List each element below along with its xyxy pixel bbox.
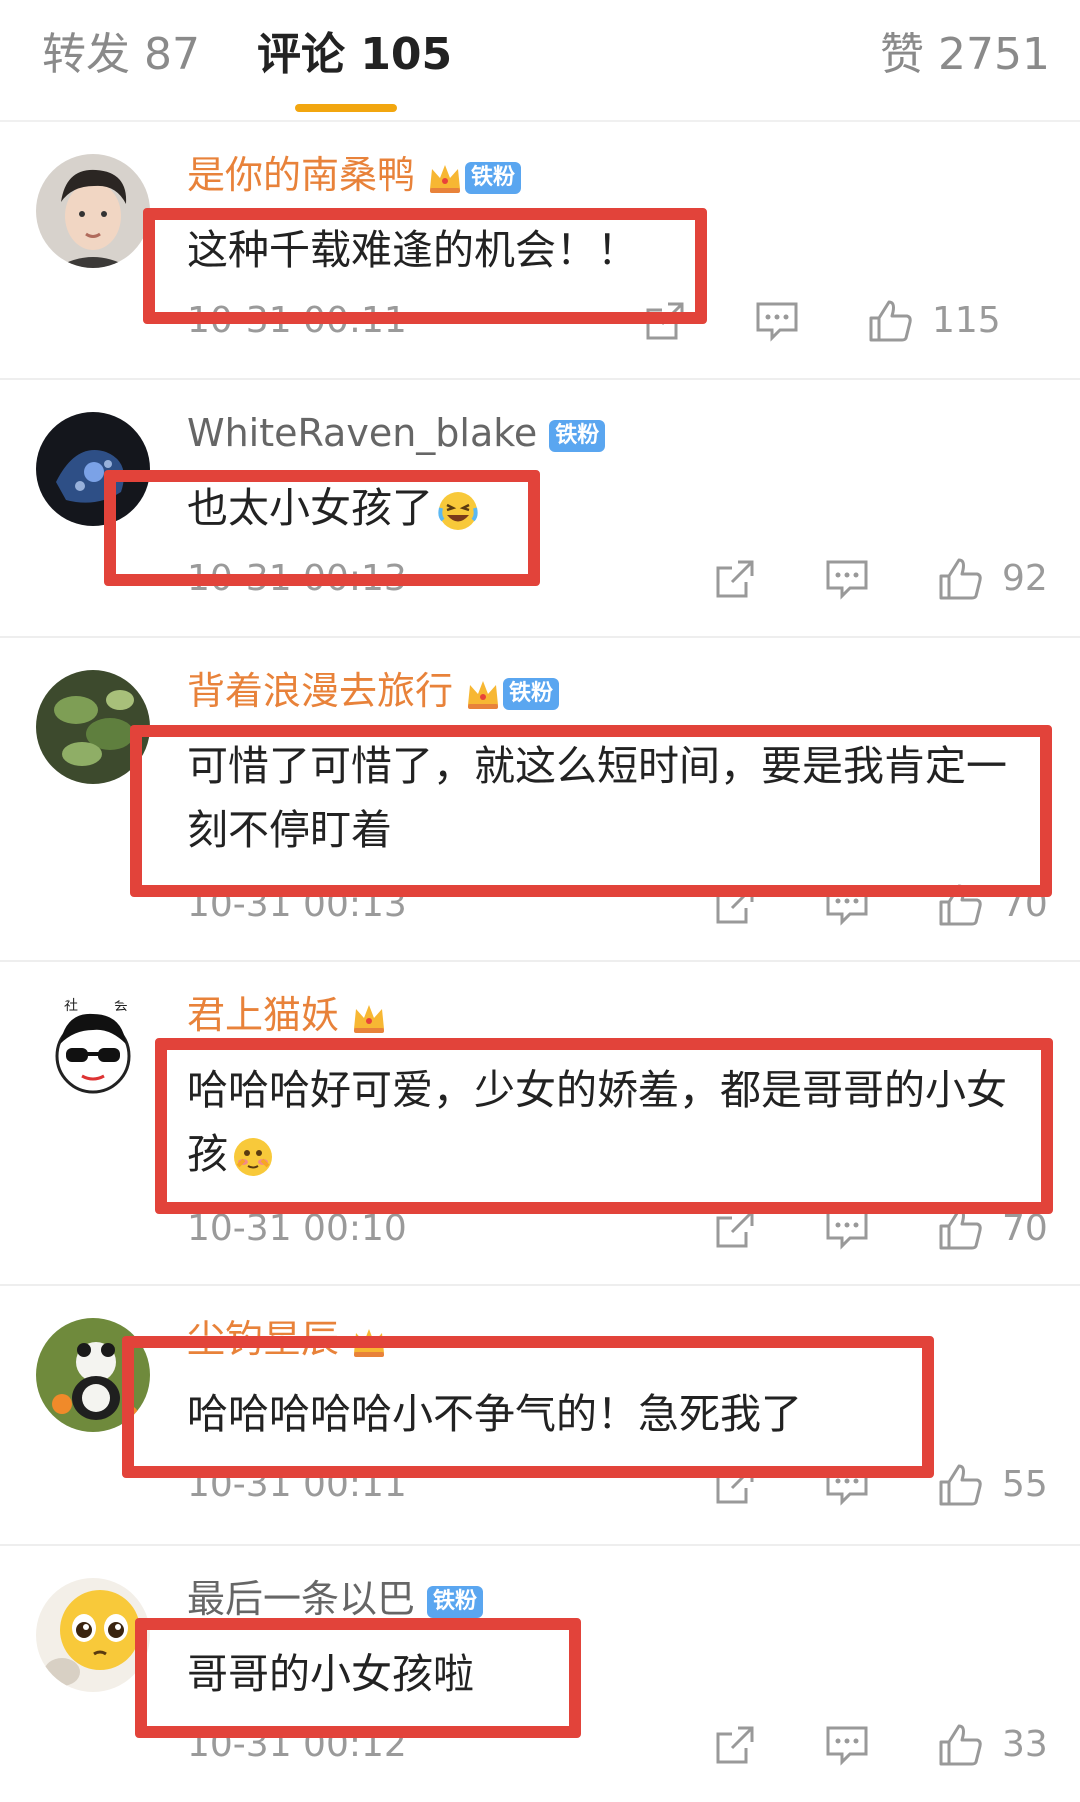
avatar[interactable]	[36, 1578, 150, 1692]
comment-bubble-icon[interactable]	[824, 882, 870, 928]
active-tab-indicator	[295, 104, 397, 112]
like-count: 70	[1002, 884, 1048, 925]
avatar-image-icon	[36, 412, 150, 526]
thumbs-up-icon[interactable]	[937, 1206, 985, 1252]
comment-actions: 33	[712, 1722, 1048, 1768]
comment-text: 哈哈哈好可爱，少女的娇羞，都是哥哥的小女孩	[187, 1058, 1047, 1186]
like-count: 70	[1002, 1208, 1048, 1249]
like-count: 33	[1002, 1724, 1048, 1765]
share-out-icon[interactable]	[712, 1206, 758, 1252]
comment-bubble-icon[interactable]	[824, 1206, 870, 1252]
comment-item: 社 会 君上猫妖 哈哈哈好可爱，少女的娇羞，都是哥哥的小女孩 10-31 00:…	[0, 962, 1080, 1286]
like-count: 55	[1002, 1464, 1048, 1505]
avatar-image-icon	[36, 154, 150, 268]
username-text[interactable]: 是你的南桑鸭	[187, 153, 415, 197]
avatar-image-icon: 社 会	[36, 994, 150, 1108]
svg-text:社: 社	[64, 998, 78, 1014]
avatar-image-icon	[36, 670, 150, 784]
comment-text-body: 哈哈哈好可爱，少女的娇羞，都是哥哥的小女孩	[187, 1058, 1047, 1186]
fan-badge: 铁粉	[503, 677, 560, 710]
avatar[interactable]	[36, 154, 150, 268]
avatar[interactable]	[36, 1318, 150, 1432]
comment-timestamp: 10-31 00:13	[187, 558, 407, 599]
share-out-icon[interactable]	[712, 1462, 758, 1508]
avatar[interactable]: 社 会	[36, 994, 150, 1108]
comment-text-body: 也太小女孩了	[187, 484, 433, 532]
comment-timestamp: 10-31 00:11	[187, 300, 407, 341]
comment-bubble-icon[interactable]	[824, 1722, 870, 1768]
like-count: 115	[932, 300, 1001, 341]
comment-actions: 70	[712, 1206, 1048, 1252]
comment-tab-bar: 转发 87 评论 105 赞 2751	[0, 0, 1080, 122]
vip-crown-icon	[468, 680, 499, 709]
fan-badge: 铁粉	[549, 419, 606, 452]
avatar-image-icon	[36, 1578, 150, 1692]
comment-text: 哥哥的小女孩啦	[187, 1650, 474, 1698]
vip-crown-icon	[354, 1004, 385, 1033]
comment-item: 最后一条以巴 铁粉 哥哥的小女孩啦 10-31 00:12 33	[0, 1546, 1080, 1802]
comment-text-body: 可惜了可惜了，就这么短时间，要是我肯定一刻不停盯着	[187, 742, 1007, 854]
comment-actions: 70	[712, 882, 1048, 928]
thumbs-up-icon[interactable]	[937, 882, 985, 928]
username[interactable]: WhiteRaven_blake 铁粉	[187, 408, 606, 458]
share-out-icon[interactable]	[642, 298, 688, 344]
comment-actions: 55	[712, 1462, 1048, 1508]
comment-item: 尘钓星辰 哈哈哈哈哈小不争气的！急死我了 10-31 00:11 55	[0, 1286, 1080, 1546]
laughing-tears-emoji	[438, 492, 478, 530]
comment-item: 是你的南桑鸭 铁粉 这种千载难逢的机会！！ 10-31 00:11 115	[0, 122, 1080, 380]
comment-item: WhiteRaven_blake 铁粉 也太小女孩了 10-31 00:13 92	[0, 380, 1080, 638]
comment-text: 也太小女孩了	[187, 476, 1047, 540]
avatar-image-icon	[36, 1318, 150, 1432]
share-out-icon[interactable]	[712, 1722, 758, 1768]
comment-actions: 115	[642, 298, 1042, 344]
tab-likes[interactable]: 赞 2751	[880, 26, 1050, 84]
vip-crown-icon	[354, 1328, 385, 1357]
thumbs-up-icon[interactable]	[867, 298, 915, 344]
username-text[interactable]: 背着浪漫去旅行	[187, 669, 453, 713]
like-count: 92	[1002, 558, 1048, 599]
svg-text:会: 会	[114, 998, 128, 1014]
comment-timestamp: 10-31 00:12	[187, 1724, 407, 1765]
comment-bubble-icon[interactable]	[824, 556, 870, 602]
comment-item: 背着浪漫去旅行 铁粉 可惜了可惜了，就这么短时间，要是我肯定一刻不停盯着 10-3…	[0, 638, 1080, 962]
comment-timestamp: 10-31 00:10	[187, 1208, 407, 1249]
username-text[interactable]: 君上猫妖	[187, 993, 339, 1037]
avatar[interactable]	[36, 412, 150, 526]
avatar[interactable]	[36, 670, 150, 784]
username[interactable]: 背着浪漫去旅行 铁粉	[187, 666, 560, 716]
comment-text: 这种千载难逢的机会！！	[187, 226, 638, 274]
tab-comments[interactable]: 评论 105	[257, 26, 452, 84]
username[interactable]: 尘钓星辰	[187, 1314, 387, 1364]
share-out-icon[interactable]	[712, 556, 758, 602]
fan-badge: 铁粉	[465, 161, 522, 194]
username-text[interactable]: 尘钓星辰	[187, 1317, 339, 1361]
comment-bubble-icon[interactable]	[824, 1462, 870, 1508]
username-text[interactable]: 最后一条以巴	[187, 1577, 415, 1621]
comment-text: 可惜了可惜了，就这么短时间，要是我肯定一刻不停盯着	[187, 734, 1047, 862]
fan-badge: 铁粉	[427, 1585, 484, 1618]
username-text[interactable]: WhiteRaven_blake	[187, 411, 537, 455]
comment-text-inline: 哈哈哈好可爱，少女的娇羞，都是哥哥的小女孩	[187, 1066, 1007, 1178]
shy-blush-emoji	[234, 1138, 272, 1176]
username[interactable]: 最后一条以巴 铁粉	[187, 1574, 484, 1624]
username[interactable]: 君上猫妖	[187, 990, 387, 1040]
thumbs-up-icon[interactable]	[937, 556, 985, 602]
username[interactable]: 是你的南桑鸭 铁粉	[187, 150, 522, 200]
comment-bubble-icon[interactable]	[754, 298, 800, 344]
vip-crown-icon	[430, 164, 461, 193]
comment-text: 哈哈哈哈哈小不争气的！急死我了	[187, 1390, 802, 1438]
thumbs-up-icon[interactable]	[937, 1722, 985, 1768]
thumbs-up-icon[interactable]	[937, 1462, 985, 1508]
tab-repost[interactable]: 转发 87	[42, 26, 200, 84]
comment-timestamp: 10-31 00:13	[187, 884, 407, 925]
share-out-icon[interactable]	[712, 882, 758, 928]
comment-timestamp: 10-31 00:11	[187, 1464, 407, 1505]
comment-actions: 92	[712, 556, 1048, 602]
